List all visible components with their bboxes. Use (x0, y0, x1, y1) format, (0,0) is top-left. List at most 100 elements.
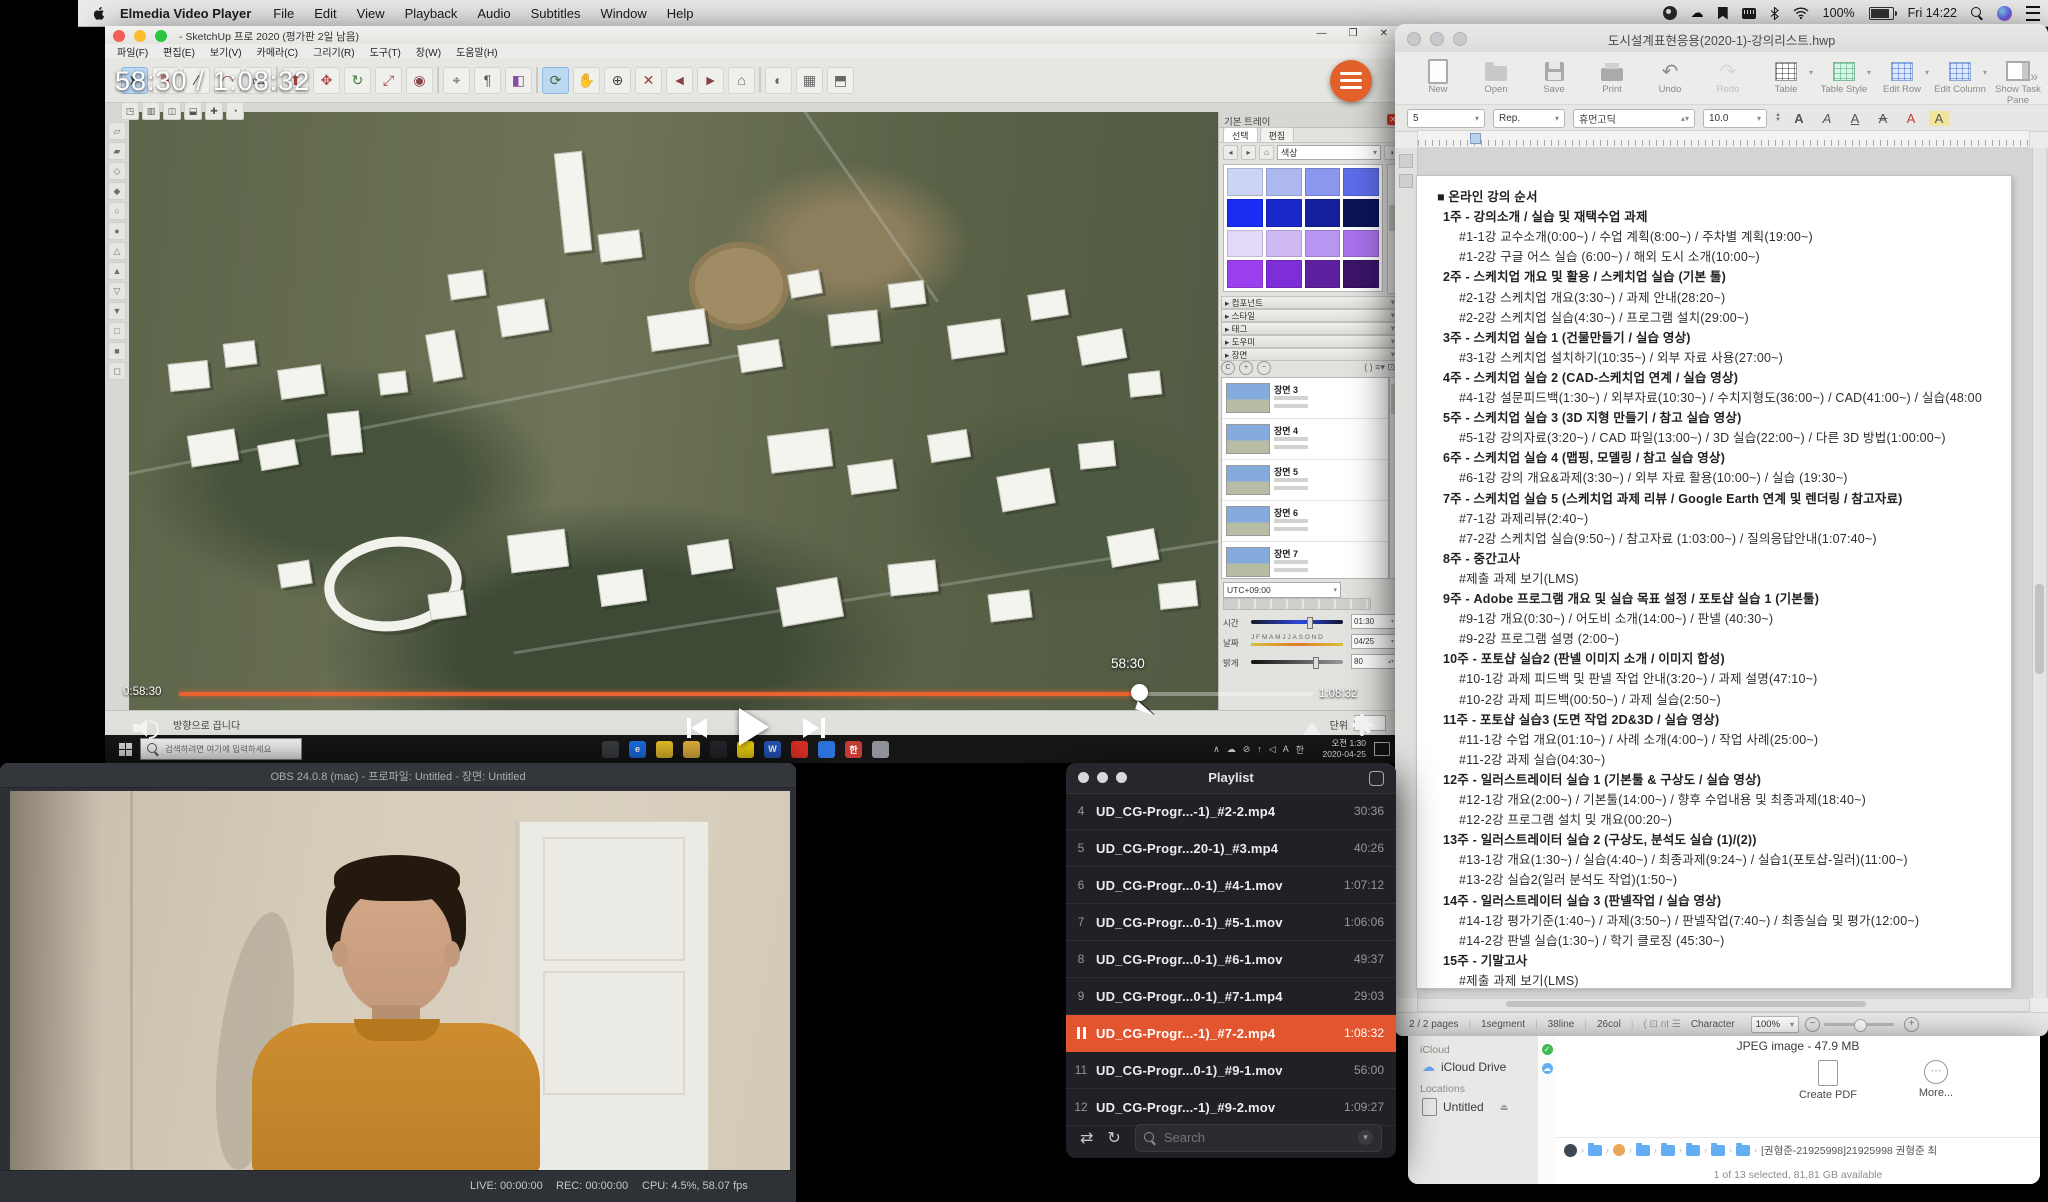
wifi-icon[interactable] (1793, 7, 1809, 19)
playlist-item[interactable]: 11 UD_CG-Progr...0-1)_#9-1.mov 56:00 (1066, 1052, 1396, 1089)
sketchup-3d-viewport[interactable] (129, 112, 1218, 710)
zoom-slider[interactable] (1824, 1023, 1894, 1026)
tray-shield-icon[interactable]: ⊘ (1243, 744, 1251, 755)
recorder-menu-button[interactable] (1330, 60, 1372, 102)
sketchup-menu-item[interactable]: 보기(V) (210, 44, 242, 59)
sidebar-item-icloud-drive[interactable]: ☁ iCloud Drive (1422, 1059, 1538, 1075)
play-button[interactable] (739, 708, 769, 746)
bookmark-status-icon[interactable] (1718, 7, 1728, 20)
tray-section-2[interactable]: ▸ 태그▾ (1221, 322, 1399, 335)
minimize-button[interactable] (134, 30, 146, 42)
close-icon[interactable]: ✕ (1380, 28, 1388, 39)
color-swatch-4[interactable] (1227, 199, 1263, 227)
settings-gear-icon[interactable] (1351, 714, 1373, 736)
folder-icon[interactable] (683, 741, 700, 758)
minimize-icon[interactable]: — (1317, 28, 1327, 39)
color-swatch-3[interactable] (1343, 168, 1379, 196)
tray-expand-icon[interactable]: ∧ (1213, 744, 1220, 755)
light-value[interactable]: 80▴▾ (1351, 654, 1397, 669)
time-value[interactable]: 01:30▾ (1351, 614, 1397, 629)
webcam-preview[interactable] (10, 791, 790, 1171)
menu-item-audio[interactable]: Audio (477, 6, 510, 21)
hwp-new-button[interactable]: New (1409, 58, 1467, 95)
hwp-show-task-pane-button[interactable]: Show Task Pane (1989, 58, 2047, 106)
chrome-icon[interactable] (656, 741, 673, 758)
tray-ime-icon[interactable]: 한 (1296, 743, 1304, 756)
left-tool-icon-10[interactable]: □ (108, 322, 126, 340)
rotate-tool-icon[interactable]: ↻ (344, 67, 371, 94)
tray-cloud-icon[interactable]: ☁ (1227, 744, 1236, 755)
add-scene-icon[interactable]: + (1239, 361, 1253, 375)
windows-search-box[interactable] (140, 738, 302, 760)
date-value[interactable]: 04/25▾ (1351, 634, 1397, 649)
tray-volume-icon[interactable]: ◁ (1269, 744, 1276, 755)
light-slider[interactable] (1251, 660, 1343, 664)
color-swatch-5[interactable] (1266, 199, 1302, 227)
spotlight-icon[interactable] (1971, 7, 1983, 19)
obs-status-icon[interactable] (1663, 6, 1677, 20)
color-swatch-0[interactable] (1227, 168, 1263, 196)
windows-search-input[interactable] (163, 743, 287, 755)
color-swatch-15[interactable] (1343, 260, 1379, 288)
document-page[interactable]: ■ 온라인 강의 순서1주 - 강의소개 / 실습 및 재택수업 과제#1-1강… (1417, 176, 2011, 988)
left-tool-icon-1[interactable]: ▰ (108, 142, 126, 160)
close-button[interactable] (113, 30, 125, 42)
toolbar2-icon-4[interactable]: ✚ (205, 102, 223, 120)
menu-item-help[interactable]: Help (667, 6, 694, 21)
vertical-scrollbar[interactable] (2032, 148, 2046, 998)
style-dropdown[interactable]: 5▾ (1407, 109, 1485, 128)
app-dark-icon[interactable] (710, 741, 727, 758)
playlist-search-input[interactable] (1162, 1129, 1336, 1146)
search-options-icon[interactable]: ▾ (1358, 1130, 1373, 1145)
sketchup-menu-item[interactable]: 카메라(C) (257, 44, 298, 59)
offset-tool-icon[interactable]: ◉ (406, 67, 433, 94)
color-swatch-11[interactable] (1343, 230, 1379, 258)
playlist-item[interactable]: 7 UD_CG-Progr...0-1)_#5-1.mov 1:06:06 (1066, 904, 1396, 941)
strike-button[interactable]: A (1873, 111, 1893, 126)
color-swatch-7[interactable] (1343, 199, 1379, 227)
sidebar-item-untitled-device[interactable]: Untitled ⏏ (1422, 1098, 1538, 1116)
scene-item[interactable]: 장면 5 (1222, 460, 1388, 501)
seek-handle[interactable] (1131, 684, 1148, 701)
utc-dropdown[interactable]: UTC+09:00▾ (1223, 582, 1341, 598)
hwp-undo-button[interactable]: ↶Undo (1641, 58, 1699, 95)
playlist-item[interactable]: 8 UD_CG-Progr...0-1)_#6-1.mov 49:37 (1066, 941, 1396, 978)
left-tool-icon-0[interactable]: ▱ (108, 122, 126, 140)
playlist-item[interactable]: 9 UD_CG-Progr...0-1)_#7-1.mp4 29:03 (1066, 978, 1396, 1015)
airplay-icon[interactable] (1303, 722, 1321, 735)
siri-icon[interactable] (1997, 6, 2012, 21)
notification-center-icon[interactable] (1374, 742, 1390, 756)
youtube-icon[interactable] (791, 741, 808, 758)
color-swatch-14[interactable] (1305, 260, 1341, 288)
left-tool-icon-3[interactable]: ◆ (108, 182, 126, 200)
orbit-tool-icon[interactable]: ⟳ (542, 67, 569, 94)
menu-item-playback[interactable]: Playback (405, 6, 458, 21)
hwp-print-button[interactable]: Print (1583, 58, 1641, 95)
apple-menu-icon[interactable] (92, 6, 106, 20)
left-tool-icon-6[interactable]: △ (108, 242, 126, 260)
tray-tab-edit[interactable]: 편집 (1260, 127, 1295, 142)
ruler-marker[interactable] (1470, 133, 1481, 144)
zoomext-tool-icon[interactable]: ✕ (635, 67, 662, 94)
control-center-icon[interactable] (2026, 6, 2040, 21)
hwp-table-button[interactable]: ▾Table (1757, 58, 1815, 95)
left-tool-icon-12[interactable]: ◻ (108, 362, 126, 380)
bluetooth-icon[interactable] (1770, 7, 1779, 20)
menu-item-edit[interactable]: Edit (314, 6, 336, 21)
left-tool-icon-11[interactable]: ■ (108, 342, 126, 360)
eject-icon[interactable]: ⏏ (1500, 1102, 1509, 1113)
color-swatch-9[interactable] (1266, 230, 1302, 258)
tray-section-0[interactable]: ▸ 컴포넌트▾ (1221, 296, 1399, 309)
create-pdf-button[interactable]: Create PDF (1788, 1060, 1868, 1101)
hwp-open-button[interactable]: Open (1467, 58, 1525, 95)
horizontal-scrollbar[interactable] (1417, 998, 2030, 1012)
tray-section-1[interactable]: ▸ 스타일▾ (1221, 309, 1399, 322)
zoom-tool-icon[interactable]: ⊕ (604, 67, 631, 94)
volume-icon[interactable] (133, 718, 159, 738)
move-tool-icon[interactable]: ✥ (313, 67, 340, 94)
toolbar2-icon-1[interactable]: ▥ (142, 102, 160, 120)
prev-view-icon[interactable]: ◄ (666, 67, 693, 94)
keyboard-status-icon[interactable] (1742, 8, 1756, 19)
toolbar2-icon-5[interactable]: ◔ (226, 102, 244, 120)
left-tool-icon-5[interactable]: ● (108, 222, 126, 240)
